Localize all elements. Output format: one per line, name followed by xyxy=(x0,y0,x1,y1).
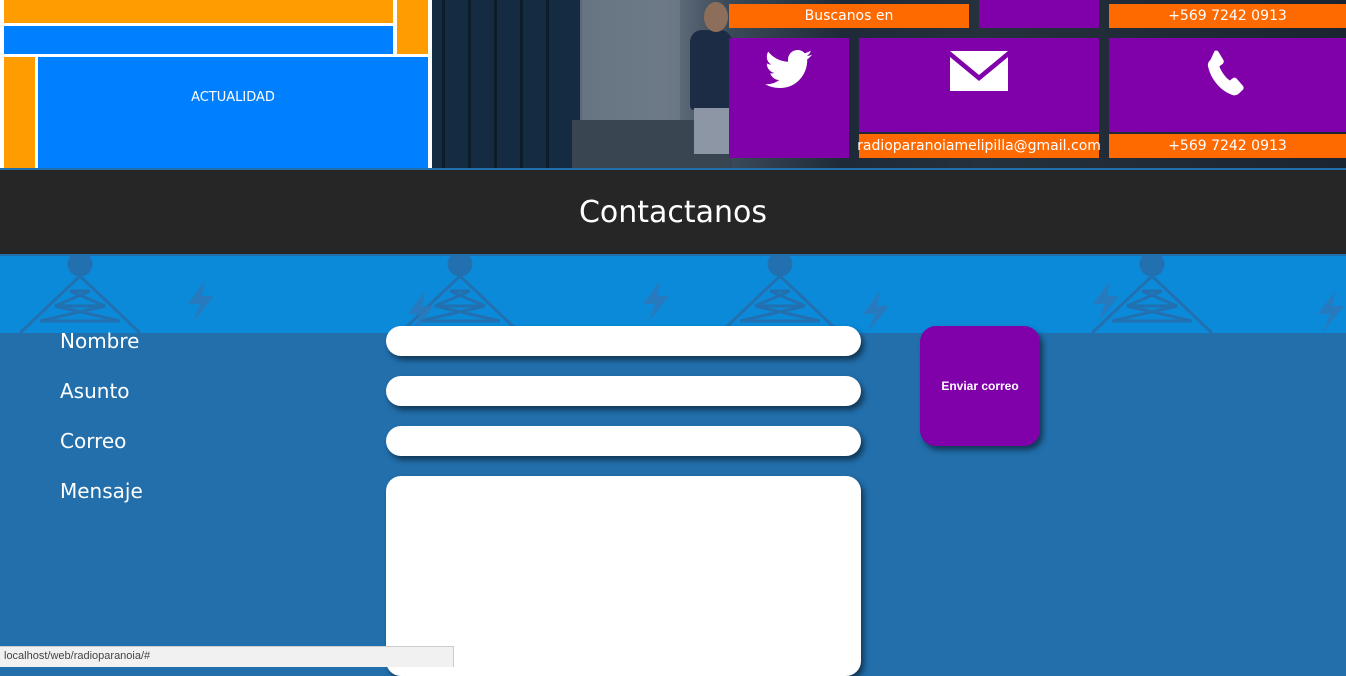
buscanos-bar: Buscanos en xyxy=(729,4,969,28)
correo-input[interactable] xyxy=(386,426,861,456)
photo-person-head xyxy=(704,2,728,32)
nombre-input[interactable] xyxy=(386,326,861,356)
asunto-input[interactable] xyxy=(386,376,861,406)
buscanos-label: Buscanos en xyxy=(804,8,894,24)
email-tile[interactable] xyxy=(859,38,1099,132)
asunto-label: Asunto xyxy=(60,379,130,403)
bolt-icon xyxy=(188,281,214,322)
twitter-tile[interactable] xyxy=(729,38,849,158)
twitter-icon xyxy=(765,50,813,88)
tile-blue-strip[interactable] xyxy=(4,26,393,54)
status-url: localhost/web/radioparanoia/# xyxy=(4,650,151,662)
nombre-label: Nombre xyxy=(60,329,140,353)
bolt-icon xyxy=(643,281,669,322)
antenna-3 xyxy=(718,256,842,333)
mensaje-label: Mensaje xyxy=(60,479,143,503)
phone-top-bar: +569 7242 0913 xyxy=(1109,4,1346,28)
phone-tile[interactable] xyxy=(1109,38,1346,132)
tile-orange-left[interactable] xyxy=(4,57,35,168)
bolt-icon xyxy=(1318,291,1344,332)
envelope-icon xyxy=(950,51,1008,91)
correo-label: Correo xyxy=(60,429,127,453)
top-mosaic: ACTUALIDAD Buscanos en +569 7242 0913 ra… xyxy=(0,0,1346,168)
bolt-icon xyxy=(1093,281,1119,322)
email-label: radioparanoiamelipilla@gmail.com xyxy=(857,138,1101,154)
photo-person-legs xyxy=(694,108,730,154)
antenna-pattern xyxy=(18,256,1344,333)
bolt-icon xyxy=(863,291,889,332)
antenna-decoration xyxy=(0,256,1346,333)
contact-title: Contactanos xyxy=(578,194,768,230)
tile-actualidad-label: ACTUALIDAD xyxy=(191,90,275,105)
antenna-1 xyxy=(18,256,142,333)
phone-bottom-bar[interactable]: +569 7242 0913 xyxy=(1109,134,1346,158)
phone-bottom-label: +569 7242 0913 xyxy=(1168,138,1287,154)
contact-header: Contactanos xyxy=(0,170,1346,254)
tile-orange-right[interactable] xyxy=(397,0,428,54)
tile-orange-top[interactable] xyxy=(4,0,393,23)
mensaje-textarea[interactable] xyxy=(386,476,861,676)
tile-purple-top[interactable] xyxy=(979,0,1099,28)
photo-wall xyxy=(580,0,680,140)
email-bar[interactable]: radioparanoiamelipilla@gmail.com xyxy=(857,134,1101,158)
tile-actualidad[interactable]: ACTUALIDAD xyxy=(38,57,428,168)
browser-status-bar: localhost/web/radioparanoia/# xyxy=(0,646,454,667)
phone-top-label: +569 7242 0913 xyxy=(1168,8,1287,24)
photo-person xyxy=(690,30,732,110)
send-email-button[interactable]: Enviar correo xyxy=(920,326,1040,446)
photo-door-bars xyxy=(442,0,572,168)
antenna-4 xyxy=(1090,256,1214,333)
phone-icon xyxy=(1207,50,1244,96)
